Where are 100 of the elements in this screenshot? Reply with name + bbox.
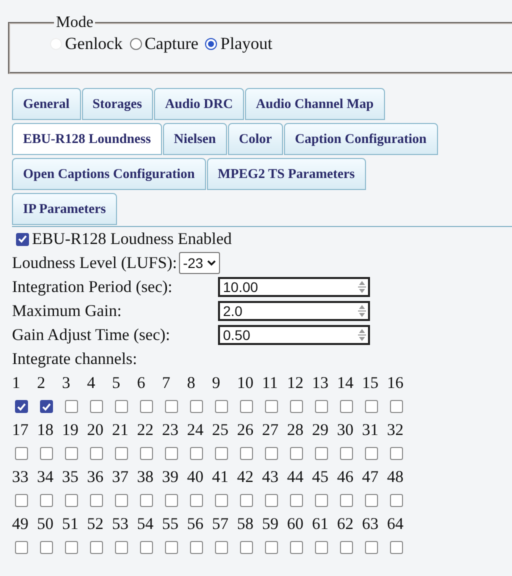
radio-button[interactable] bbox=[205, 38, 218, 50]
channel-number: 47 bbox=[362, 467, 378, 486]
checkbox[interactable] bbox=[340, 541, 353, 554]
checkbox[interactable] bbox=[215, 541, 228, 554]
tab[interactable]: EBU-R128 Loundness bbox=[12, 123, 162, 155]
checkbox[interactable] bbox=[265, 494, 278, 507]
checkbox[interactable] bbox=[15, 400, 28, 413]
checkbox[interactable] bbox=[390, 447, 403, 460]
checkbox[interactable] bbox=[90, 400, 103, 413]
checkbox[interactable] bbox=[290, 447, 303, 460]
checkbox[interactable] bbox=[140, 447, 153, 460]
channel-number: 30 bbox=[337, 420, 354, 439]
tab[interactable]: Audio Channel Map bbox=[244, 88, 385, 120]
checkbox[interactable] bbox=[265, 447, 278, 460]
tab[interactable]: Storages bbox=[82, 88, 153, 120]
tab[interactable]: Audio DRC bbox=[154, 88, 244, 120]
checkbox[interactable] bbox=[240, 400, 253, 413]
checkbox[interactable] bbox=[165, 447, 178, 460]
radio-button[interactable] bbox=[130, 38, 142, 50]
checkbox[interactable] bbox=[65, 494, 78, 507]
checkbox[interactable] bbox=[90, 494, 103, 507]
channel-number: 59 bbox=[262, 514, 278, 533]
checkbox[interactable] bbox=[265, 541, 278, 554]
checkbox[interactable] bbox=[315, 447, 328, 460]
checkbox[interactable] bbox=[365, 447, 378, 460]
section-label: Integrate channels: bbox=[12, 349, 138, 369]
checkbox[interactable] bbox=[15, 447, 28, 460]
checkbox[interactable] bbox=[215, 494, 228, 507]
checkbox[interactable] bbox=[165, 400, 178, 413]
checkbox[interactable] bbox=[390, 494, 403, 507]
checkbox[interactable] bbox=[315, 494, 328, 507]
checkbox[interactable] bbox=[215, 447, 228, 460]
checkbox[interactable] bbox=[290, 541, 303, 554]
checkbox[interactable] bbox=[115, 541, 128, 554]
tab[interactable]: IP Parameters bbox=[12, 193, 117, 225]
checkbox[interactable] bbox=[40, 494, 53, 507]
checkbox[interactable] bbox=[115, 494, 128, 507]
checkbox[interactable] bbox=[215, 400, 228, 413]
checkbox[interactable] bbox=[190, 541, 203, 554]
checkbox[interactable] bbox=[240, 447, 253, 460]
checkbox[interactable] bbox=[90, 541, 103, 554]
checkbox[interactable] bbox=[365, 494, 378, 507]
checkbox[interactable] bbox=[15, 541, 28, 554]
checkbox[interactable] bbox=[165, 494, 178, 507]
checkbox[interactable] bbox=[140, 541, 153, 554]
input-field[interactable]: 10.00 bbox=[218, 277, 370, 297]
checkbox[interactable] bbox=[65, 447, 78, 460]
checkbox[interactable] bbox=[365, 541, 378, 554]
checkbox[interactable] bbox=[115, 447, 128, 460]
checkbox[interactable] bbox=[190, 447, 203, 460]
checkbox[interactable] bbox=[40, 400, 53, 413]
tab[interactable]: Color bbox=[228, 123, 283, 155]
tab[interactable]: Open Captions Configuration bbox=[12, 158, 206, 190]
channel-number: 20 bbox=[87, 420, 104, 439]
checkbox[interactable] bbox=[140, 400, 153, 413]
checkbox[interactable] bbox=[40, 541, 53, 554]
tab[interactable]: Nielsen bbox=[162, 123, 227, 155]
select-field[interactable]: -23 bbox=[178, 252, 220, 274]
checkbox[interactable] bbox=[240, 541, 253, 554]
channel-number: 14 bbox=[337, 373, 354, 392]
tab[interactable]: Caption Configuration bbox=[284, 123, 438, 155]
checkbox[interactable] bbox=[290, 400, 303, 413]
channel-number: 1 bbox=[12, 373, 20, 392]
checkbox[interactable] bbox=[290, 494, 303, 507]
channel-number: 60 bbox=[287, 514, 304, 533]
channel-number: 41 bbox=[212, 467, 228, 486]
checkbox[interactable] bbox=[165, 541, 178, 554]
channel-number: 12 bbox=[287, 373, 304, 392]
checkbox[interactable] bbox=[65, 400, 78, 413]
input-field[interactable]: 2.0 bbox=[218, 301, 370, 321]
checkbox[interactable] bbox=[265, 400, 278, 413]
checkbox[interactable] bbox=[115, 400, 128, 413]
channel-number: 13 bbox=[312, 373, 328, 392]
tab[interactable]: MPEG2 TS Parameters bbox=[206, 158, 366, 190]
checkbox[interactable] bbox=[390, 400, 403, 413]
checkbox[interactable] bbox=[315, 400, 328, 413]
channel-number: 62 bbox=[337, 514, 354, 533]
input-field[interactable]: 0.50 bbox=[218, 325, 370, 345]
checkbox[interactable] bbox=[315, 541, 328, 554]
channel-number: 25 bbox=[212, 420, 228, 439]
channel-number: 37 bbox=[112, 467, 128, 486]
checkbox[interactable] bbox=[340, 447, 353, 460]
tab[interactable]: General bbox=[12, 88, 80, 120]
checkbox[interactable] bbox=[16, 232, 29, 246]
checkbox[interactable] bbox=[140, 494, 153, 507]
checkbox[interactable] bbox=[365, 400, 378, 413]
checkbox[interactable] bbox=[15, 494, 28, 507]
checkbox[interactable] bbox=[90, 447, 103, 460]
checkbox[interactable] bbox=[340, 400, 353, 413]
checkbox[interactable] bbox=[390, 541, 403, 554]
checkbox[interactable] bbox=[190, 494, 203, 507]
channel-number: 43 bbox=[262, 467, 278, 486]
checkbox[interactable] bbox=[65, 541, 78, 554]
checkbox[interactable] bbox=[190, 400, 203, 413]
channel-number: 36 bbox=[87, 467, 104, 486]
channel-number: 4 bbox=[87, 373, 96, 392]
checkbox[interactable] bbox=[40, 447, 53, 460]
checkbox[interactable] bbox=[340, 494, 353, 507]
checkbox[interactable] bbox=[240, 494, 253, 507]
channel-number: 6 bbox=[137, 373, 146, 392]
